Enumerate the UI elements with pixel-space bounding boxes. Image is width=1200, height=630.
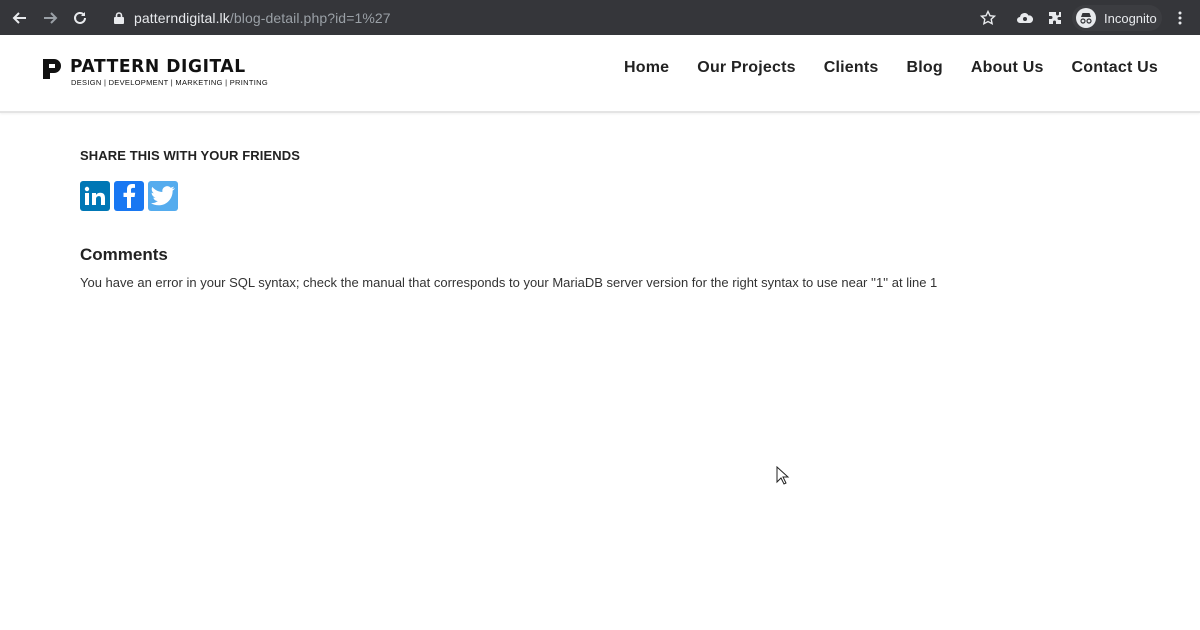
back-arrow-icon <box>12 12 26 24</box>
reload-button[interactable] <box>68 6 92 30</box>
kebab-menu-icon <box>1178 11 1182 25</box>
facebook-icon <box>123 184 136 208</box>
linkedin-icon <box>84 186 105 205</box>
cloud-extension-icon <box>1017 13 1034 23</box>
browser-toolbar: patterndigital.lk/blog-detail.php?id=1%2… <box>0 0 1200 35</box>
sql-error-message: You have an error in your SQL syntax; ch… <box>80 275 938 290</box>
blog-content: SHARE THIS WITH YOUR FRIENDS Comments Yo… <box>80 148 1120 290</box>
main-nav: Home Our Projects Clients Blog About Us … <box>624 59 1158 77</box>
mouse-cursor-icon <box>776 466 790 485</box>
bookmark-button[interactable] <box>976 6 1000 30</box>
logo-name: PATTERN DIGITAL <box>70 56 246 77</box>
comments-heading: Comments <box>80 245 168 264</box>
profile-label: Incognito <box>1104 10 1157 26</box>
puzzle-icon <box>1049 12 1061 24</box>
lock-icon <box>114 12 124 24</box>
pattern-logo-icon <box>43 59 61 79</box>
facebook-share-button[interactable] <box>114 181 144 211</box>
browser-menu-button[interactable] <box>1168 6 1192 30</box>
site-header: PATTERN DIGITAL DESIGN | DEVELOPMENT | M… <box>0 35 1200 113</box>
back-button[interactable] <box>8 6 32 30</box>
incognito-icon <box>1076 8 1096 28</box>
incognito-profile-button[interactable]: Incognito <box>1072 5 1162 31</box>
forward-button[interactable] <box>38 6 62 30</box>
nav-blog[interactable]: Blog <box>906 59 942 77</box>
nav-about-us[interactable]: About Us <box>971 59 1044 77</box>
share-buttons <box>80 181 1120 211</box>
forward-arrow-icon <box>44 12 58 24</box>
nav-home[interactable]: Home <box>624 59 669 77</box>
site-logo[interactable]: PATTERN DIGITAL DESIGN | DEVELOPMENT | M… <box>42 56 282 92</box>
share-heading: SHARE THIS WITH YOUR FRIENDS <box>80 148 300 163</box>
star-icon <box>980 10 996 26</box>
reload-icon <box>74 11 86 24</box>
extension-button[interactable] <box>1013 6 1037 30</box>
address-bar[interactable]: patterndigital.lk/blog-detail.php?id=1%2… <box>108 4 998 32</box>
extensions-menu-button[interactable] <box>1043 6 1067 30</box>
twitter-icon <box>151 186 175 206</box>
url-host: patterndigital.lk <box>134 10 230 26</box>
nav-our-projects[interactable]: Our Projects <box>697 59 795 77</box>
logo-tagline: DESIGN | DEVELOPMENT | MARKETING | PRINT… <box>71 78 268 87</box>
twitter-share-button[interactable] <box>148 181 178 211</box>
linkedin-share-button[interactable] <box>80 181 110 211</box>
url-path: /blog-detail.php?id=1%27 <box>229 10 391 26</box>
nav-contact-us[interactable]: Contact Us <box>1072 59 1158 77</box>
nav-clients[interactable]: Clients <box>824 59 879 77</box>
